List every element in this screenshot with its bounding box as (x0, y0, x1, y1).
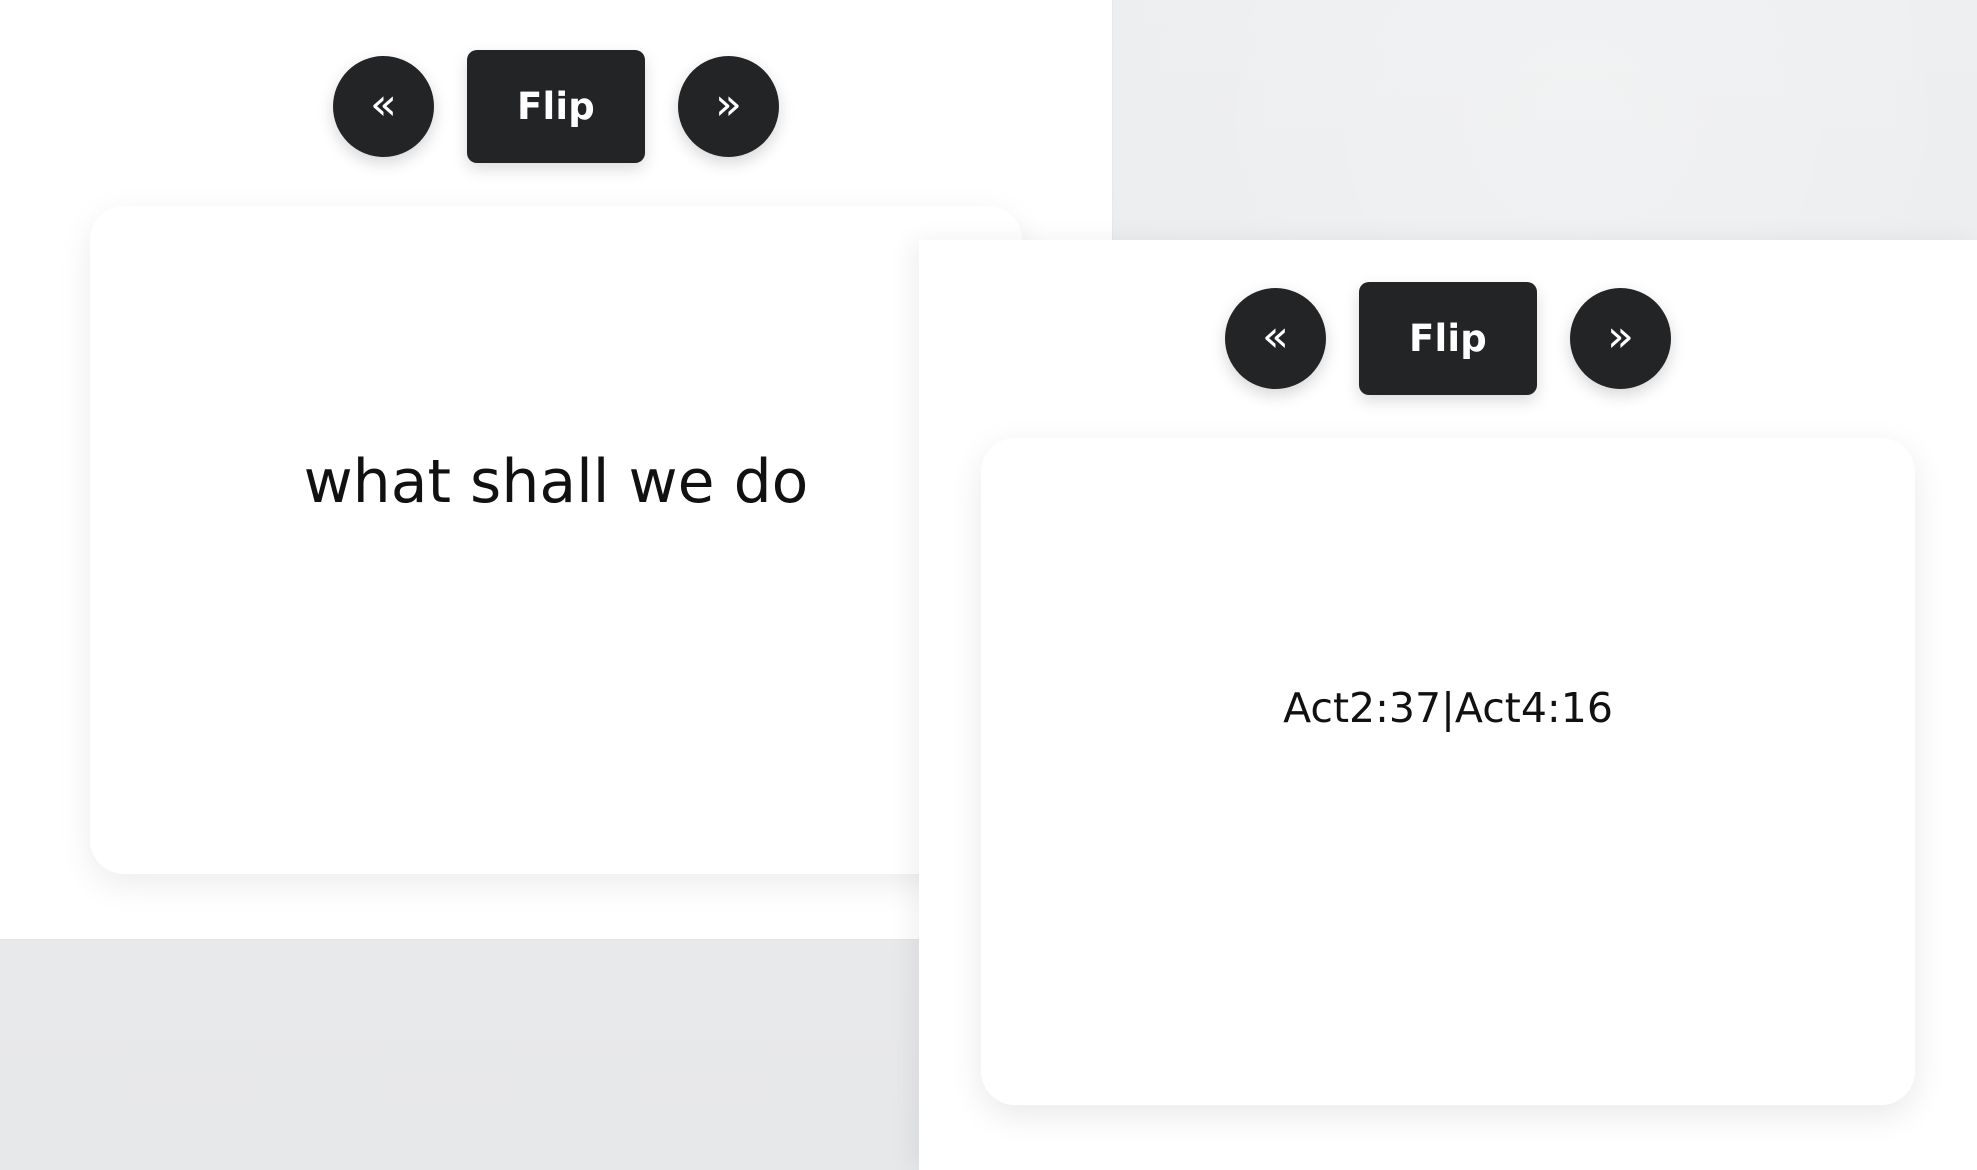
right-flip-label: Flip (1409, 317, 1487, 360)
left-flip-button[interactable]: Flip (467, 50, 645, 163)
left-flashcard-text: what shall we do (303, 447, 809, 517)
left-flashcard: what shall we do (90, 206, 1022, 874)
right-flip-button[interactable]: Flip (1359, 282, 1537, 395)
left-flip-label: Flip (517, 85, 595, 128)
left-next-button[interactable]: » (678, 56, 779, 157)
right-previous-button[interactable]: « (1225, 288, 1326, 389)
double-left-chevron-icon: « (1262, 310, 1289, 362)
right-card-controls: « Flip » (1225, 282, 1671, 395)
double-left-chevron-icon: « (370, 78, 397, 130)
left-card-controls: « Flip » (333, 50, 779, 163)
double-right-chevron-icon: » (1607, 310, 1634, 362)
right-next-button[interactable]: » (1570, 288, 1671, 389)
left-previous-button[interactable]: « (333, 56, 434, 157)
right-flashcard-text: Act2:37|Act4:16 (1283, 684, 1613, 732)
double-right-chevron-icon: » (715, 78, 742, 130)
right-flashcard: Act2:37|Act4:16 (981, 438, 1915, 1105)
